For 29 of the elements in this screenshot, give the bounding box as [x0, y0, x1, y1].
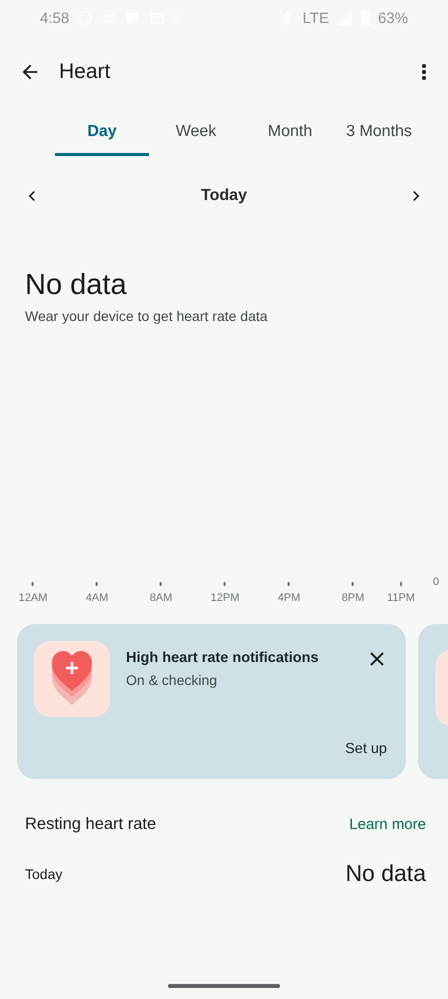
- learn-more-link[interactable]: Learn more: [349, 816, 426, 833]
- summary-message: Wear your device to get heart rate data: [25, 308, 269, 324]
- date-label: Today: [201, 187, 247, 205]
- axis-label: 8AM: [150, 592, 172, 604]
- period-tab[interactable]: Week: [149, 110, 243, 156]
- more-icon: [422, 64, 426, 80]
- summary-value: No data: [25, 269, 128, 302]
- network-type: LTE: [302, 10, 329, 26]
- row-value: No data: [345, 860, 426, 887]
- section-title: Resting heart rate: [25, 815, 156, 834]
- period-tab[interactable]: 3 Months: [337, 110, 421, 156]
- setup-button[interactable]: Set up: [345, 741, 387, 757]
- axis-label: 11PM: [387, 592, 415, 604]
- card-subtitle: On & checking: [126, 672, 218, 688]
- axis-label: 0: [432, 576, 439, 588]
- axis-label: 4PM: [278, 592, 300, 604]
- card-title: High heart rate notifications: [126, 650, 320, 666]
- axis-label: 8PM: [342, 592, 364, 604]
- period-tab[interactable]: Day: [55, 110, 149, 156]
- period-tab[interactable]: Month: [243, 110, 337, 156]
- status-time: 4:58: [40, 10, 70, 26]
- axis-label: 4AM: [86, 592, 108, 604]
- gesture-handle[interactable]: [168, 984, 280, 988]
- row-label: Today: [25, 866, 62, 882]
- axis-label: 12PM: [210, 592, 240, 604]
- close-icon: [369, 651, 385, 667]
- axis-label: 12AM: [18, 592, 48, 604]
- battery-percent: 63%: [378, 10, 408, 26]
- page-title: Heart: [59, 60, 112, 84]
